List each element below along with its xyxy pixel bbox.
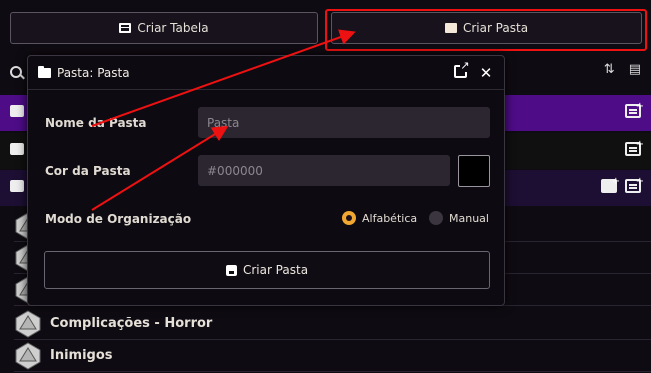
d20-icon: [15, 341, 41, 370]
create-subfolder-icon[interactable]: +: [601, 176, 620, 193]
collapse-folders-icon[interactable]: ▤: [629, 62, 641, 77]
create-table-in-folder-icon[interactable]: +: [625, 101, 644, 118]
create-table-button[interactable]: Criar Tabela: [10, 12, 318, 44]
create-folder-label: Criar Pasta: [462, 21, 529, 35]
list-item[interactable]: Complicações - Horror: [14, 308, 651, 340]
search-icon: [10, 66, 22, 78]
folder-dialog: Pasta: Pasta ✕ Nome da Pasta Pasta Cor d…: [27, 55, 505, 306]
create-table-in-folder-icon[interactable]: +: [625, 176, 644, 193]
radio-manual[interactable]: Manual: [429, 211, 489, 225]
create-table-in-folder-icon[interactable]: +: [625, 139, 644, 156]
folder-icon: [444, 23, 457, 33]
dialog-title: Pasta: Pasta: [57, 65, 130, 80]
create-folder-submit-label: Criar Pasta: [242, 263, 309, 277]
list-item-label: Complicações - Horror: [50, 316, 213, 331]
folder-icon: [38, 65, 51, 78]
create-folder-button[interactable]: Criar Pasta: [331, 12, 642, 44]
color-swatch[interactable]: [458, 155, 490, 187]
d20-icon: [15, 309, 41, 338]
create-folder-submit-button[interactable]: Criar Pasta: [44, 251, 490, 289]
list-item-label: Inimigos: [50, 348, 113, 363]
popout-icon: [453, 59, 470, 78]
table-icon: [119, 23, 132, 33]
folder-name-input[interactable]: Pasta: [198, 107, 490, 138]
list-item[interactable]: Inimigos: [14, 340, 651, 372]
organization-mode-label: Modo de Organização: [45, 212, 192, 226]
folder-icon: [10, 143, 24, 155]
sort-icon[interactable]: ⇅: [604, 62, 615, 77]
open-folder-icon: [10, 180, 24, 192]
radio-manual-label: Manual: [449, 211, 489, 225]
close-icon[interactable]: ✕: [478, 65, 494, 81]
radio-unchecked-icon[interactable]: [429, 211, 443, 225]
save-icon: [225, 264, 237, 276]
radio-checked-icon[interactable]: [342, 211, 356, 225]
radio-alphabetical[interactable]: Alfabética: [342, 211, 417, 225]
folder-icon: [10, 105, 24, 117]
dialog-header[interactable]: Pasta: Pasta ✕: [28, 56, 504, 90]
sidebar-header-controls: ⇅ ▤: [604, 62, 641, 77]
radio-alphabetical-label: Alfabética: [362, 211, 418, 225]
folder-color-label: Cor da Pasta: [45, 164, 131, 178]
popout-button[interactable]: [452, 59, 470, 81]
folder-name-label: Nome da Pasta: [45, 116, 147, 130]
folder-color-input[interactable]: #000000: [198, 155, 450, 186]
create-table-label: Criar Tabela: [137, 21, 209, 35]
